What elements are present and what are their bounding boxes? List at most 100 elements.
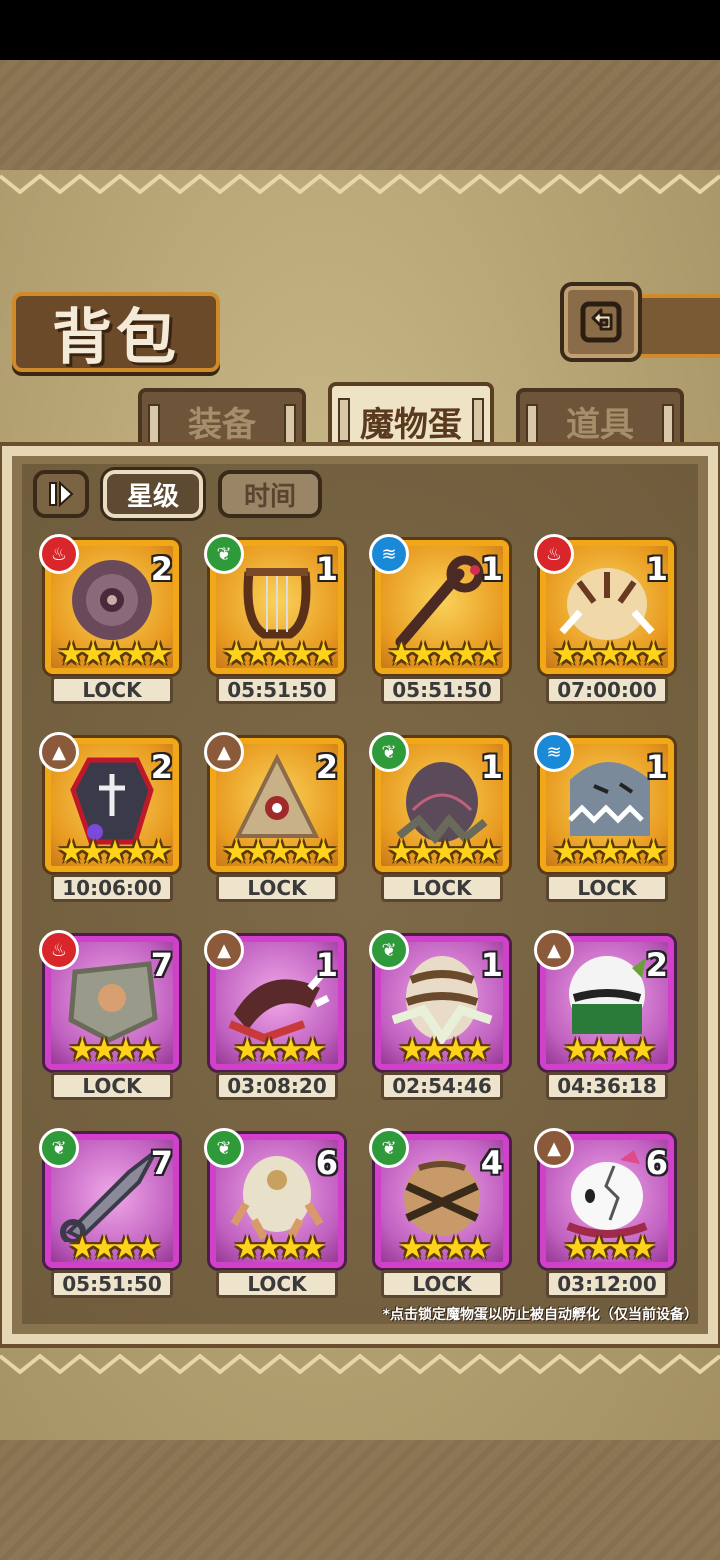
tiger-egg-icon: [559, 568, 655, 640]
tab-post: [148, 404, 160, 448]
tab-equipment[interactable]: 装备: [138, 388, 306, 450]
horn-icon: [228, 969, 330, 1043]
egg-slot[interactable]: ❦ 4 ★★★★ LOCK: [369, 1128, 509, 1298]
star-rating: ★★★★: [233, 1230, 326, 1266]
leaf-element-icon: ❦: [204, 534, 244, 574]
footnote-text: *点击锁定魔物蛋以防止被自动孵化（仅当前设备）: [382, 1307, 698, 1323]
striped-egg-icon: [391, 956, 493, 1044]
staff-icon: [395, 555, 484, 648]
sort-by-star-button[interactable]: 星级: [103, 470, 203, 518]
egg-status-label[interactable]: 05:51:50: [216, 676, 338, 704]
dark-egg-icon: [396, 762, 488, 845]
zigzag-edge-top: [0, 173, 720, 194]
egg-status-label[interactable]: LOCK: [381, 1270, 503, 1298]
map-background-top: [0, 60, 720, 175]
tab-items[interactable]: 道具: [516, 388, 684, 450]
egg-status-label[interactable]: 10:06:00: [51, 874, 173, 902]
star-rating: ★★★★★: [387, 834, 503, 870]
sort-order-toggle-button[interactable]: [33, 470, 89, 518]
star-rating: ★★★★★: [222, 834, 338, 870]
egg-slot[interactable]: ❦ 1 ★★★★★ 05:51:50: [204, 534, 344, 704]
sort-by-time-button[interactable]: 时间: [218, 470, 322, 518]
egg-slot[interactable]: ▲ 2 ★★★★ 04:36:18: [534, 930, 674, 1100]
egg-status-label[interactable]: 03:08:20: [216, 1072, 338, 1100]
star-rating: ★★★★★: [222, 636, 338, 672]
bandaged-egg-icon: [404, 1160, 480, 1236]
egg-count: 6: [315, 1144, 338, 1182]
status-bar: [0, 0, 720, 60]
egg-slot[interactable]: ♨ 7 ★★★★ LOCK: [39, 930, 179, 1100]
kunai-icon: [60, 1150, 157, 1242]
egg-status-label[interactable]: 05:51:50: [51, 1270, 173, 1298]
earth-element-icon: ▲: [204, 930, 244, 970]
earth-element-icon: ▲: [534, 1128, 574, 1168]
star-rating: ★★★★: [68, 1230, 161, 1266]
tab-post: [472, 398, 484, 442]
egg-status-label[interactable]: LOCK: [51, 676, 173, 704]
egg-slot[interactable]: ≋ 1 ★★★★★ 05:51:50: [369, 534, 509, 704]
tab-label: 魔物蛋: [360, 404, 462, 445]
tab-label: 道具: [566, 404, 634, 445]
tab-post: [284, 404, 296, 448]
egg-slot[interactable]: ▲ 2 ★★★★★ LOCK: [204, 732, 344, 902]
egg-status-label[interactable]: 07:00:00: [546, 676, 668, 704]
egg-status-label[interactable]: LOCK: [216, 1270, 338, 1298]
egg-count: 1: [480, 748, 503, 786]
pyramid-icon: [234, 753, 320, 838]
egg-count: 2: [645, 946, 668, 984]
tab-post: [338, 398, 350, 442]
egg-slot[interactable]: ▲ 1 ★★★★ 03:08:20: [204, 930, 344, 1100]
fire-element-icon: ♨: [534, 534, 574, 574]
egg-slot[interactable]: ♨ 2 ★★★★★ LOCK: [39, 534, 179, 704]
star-rating: ★★★★: [563, 1230, 656, 1266]
egg-count: 1: [480, 946, 503, 984]
egg-slot[interactable]: ❦ 7 ★★★★ 05:51:50: [39, 1128, 179, 1298]
earth-element-icon: ▲: [534, 930, 574, 970]
leaf-element-icon: ❦: [39, 1128, 79, 1168]
star-rating: ★★★★: [398, 1032, 491, 1068]
egg-slot[interactable]: ❦ 6 ★★★★ LOCK: [204, 1128, 344, 1298]
shark-egg-icon: [568, 762, 650, 836]
egg-slot[interactable]: ▲ 2 ★★★★★ 10:06:00: [39, 732, 179, 902]
egg-status-label[interactable]: LOCK: [216, 874, 338, 902]
egg-status-label[interactable]: 03:12:00: [546, 1270, 668, 1298]
star-rating: ★★★★: [563, 1032, 656, 1068]
sort-toggle-icon: [49, 480, 74, 508]
egg-count: 1: [315, 946, 338, 984]
egg-slot[interactable]: ❦ 1 ★★★★★ LOCK: [369, 732, 509, 902]
egg-status-label[interactable]: 05:51:50: [381, 676, 503, 704]
tab-label: 装备: [188, 404, 256, 445]
egg-count: 2: [315, 748, 338, 786]
back-button[interactable]: [560, 282, 642, 362]
zigzag-edge-bottom: [0, 1353, 720, 1374]
egg-slot[interactable]: ▲ 6 ★★★★ 03:12:00: [534, 1128, 674, 1298]
egg-slot[interactable]: ♨ 1 ★★★★★ 07:00:00: [534, 534, 674, 704]
return-arrow-icon: [580, 301, 622, 343]
water-element-icon: ≋: [534, 732, 574, 772]
egg-status-label[interactable]: 04:36:18: [546, 1072, 668, 1100]
tab-post: [662, 404, 674, 448]
owl-egg-icon: [230, 1156, 324, 1240]
egg-status-label[interactable]: 02:54:46: [381, 1072, 503, 1100]
egg-status-label[interactable]: LOCK: [381, 874, 503, 902]
egg-status-label[interactable]: LOCK: [51, 1072, 173, 1100]
leaf-element-icon: ❦: [369, 732, 409, 772]
egg-count: 6: [645, 1144, 668, 1182]
egg-slot[interactable]: ❦ 1 ★★★★ 02:54:46: [369, 930, 509, 1100]
title-plate: 背包: [12, 292, 220, 373]
map-background-bottom: [0, 1440, 720, 1560]
egg-count: 7: [150, 1144, 173, 1182]
egg-slot[interactable]: ≋ 1 ★★★★★ LOCK: [534, 732, 674, 902]
star-rating: ★★★★★: [387, 636, 503, 672]
leaf-element-icon: ❦: [369, 1128, 409, 1168]
page-title: 背包: [52, 302, 180, 373]
back-button-wrap: [560, 282, 720, 362]
panda-egg-icon: [569, 956, 646, 1034]
leaf-element-icon: ❦: [369, 930, 409, 970]
star-rating: ★★★★: [398, 1230, 491, 1266]
egg-status-label[interactable]: LOCK: [546, 874, 668, 902]
fire-element-icon: ♨: [39, 930, 79, 970]
tab-monster-eggs[interactable]: 魔物蛋: [328, 382, 494, 456]
egg-count: 1: [315, 550, 338, 588]
star-rating: ★★★★: [233, 1032, 326, 1068]
